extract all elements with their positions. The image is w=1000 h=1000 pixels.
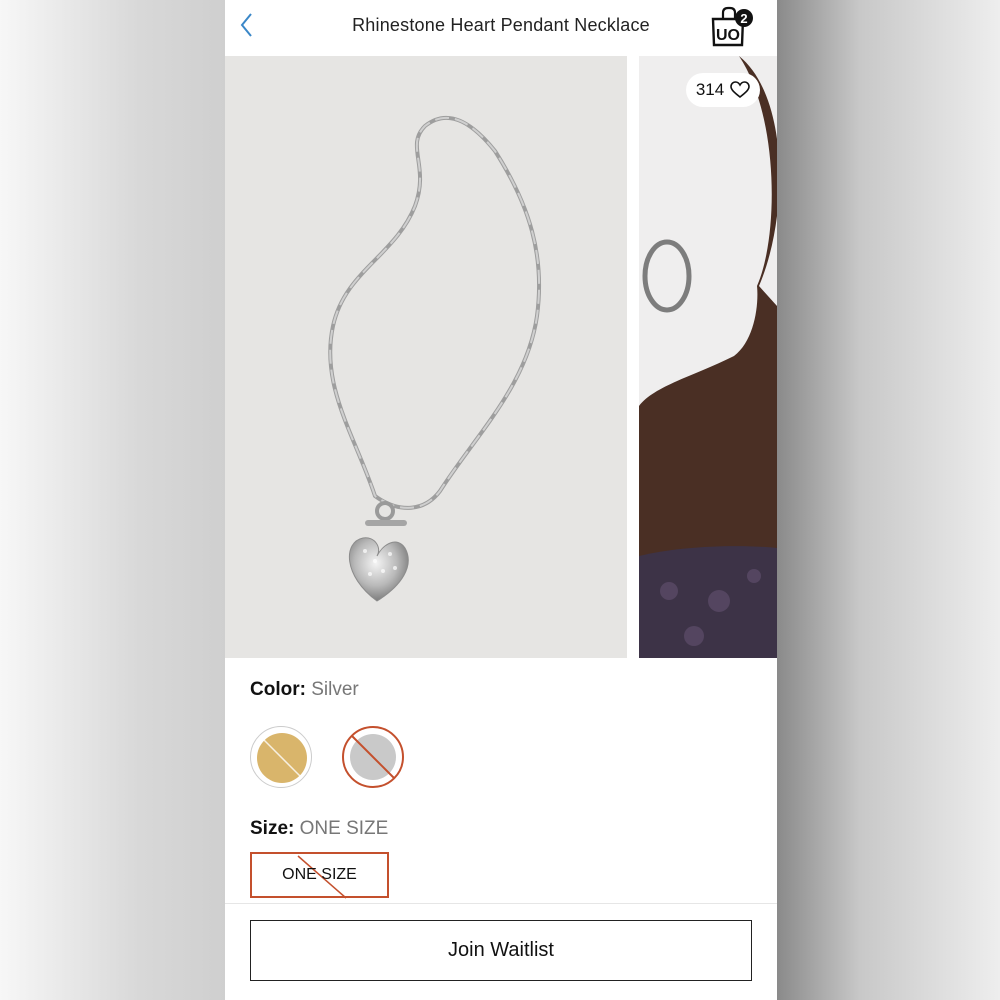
shopping-bag-icon: UO 2 xyxy=(711,6,753,47)
gold-swatch-icon xyxy=(257,733,307,783)
necklace-illustration xyxy=(225,56,627,658)
divider xyxy=(225,903,777,904)
size-key: Size: xyxy=(250,818,295,839)
swatch-gold[interactable] xyxy=(250,726,312,788)
favorite-button[interactable]: 314 xyxy=(686,73,760,107)
top-bar: Rhinestone Heart Pendant Necklace UO 2 xyxy=(225,0,777,56)
silver-swatch-icon xyxy=(350,734,396,780)
favorite-count: 314 xyxy=(695,80,725,99)
size-option-one-size[interactable]: ONE SIZE xyxy=(250,852,389,899)
model-illustration xyxy=(639,56,777,658)
product-page: Rhinestone Heart Pendant Necklace UO 2 3… xyxy=(225,0,777,1000)
size-option-label: ONE SIZE xyxy=(282,866,357,883)
swatch-silver[interactable] xyxy=(342,726,404,788)
bag-logo-text: UO xyxy=(716,27,740,44)
product-image-necklace[interactable] xyxy=(225,56,627,658)
size-label: Size: ONE SIZE xyxy=(250,818,388,840)
product-gallery[interactable]: 314 xyxy=(225,56,777,658)
size-value: ONE SIZE xyxy=(299,818,389,839)
heart-icon xyxy=(730,81,750,99)
color-value: Silver xyxy=(311,679,359,700)
shopping-bag-button[interactable]: UO 2 xyxy=(708,5,756,49)
page-title: Rhinestone Heart Pendant Necklace xyxy=(352,15,650,35)
join-waitlist-button[interactable]: Join Waitlist xyxy=(250,920,752,981)
color-label: Color: Silver xyxy=(250,679,359,701)
color-key: Color: xyxy=(250,679,306,700)
product-image-model[interactable] xyxy=(639,56,777,658)
cart-count: 2 xyxy=(740,11,747,26)
